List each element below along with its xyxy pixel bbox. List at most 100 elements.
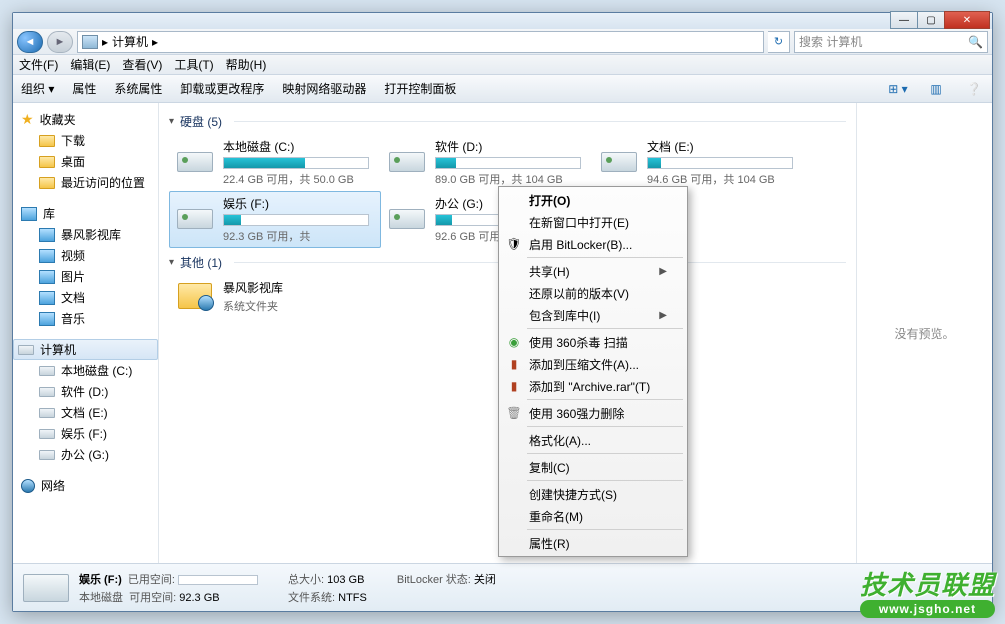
- drive-name: 文档 (E:): [647, 138, 799, 155]
- sidebar-network[interactable]: 网络: [13, 475, 158, 496]
- cm-share[interactable]: 共享(H)▶: [501, 260, 685, 282]
- chevron-right-icon: ▶: [659, 310, 667, 321]
- drive-space-text: 92.3 GB 可用，共: [223, 228, 375, 244]
- sidebar-item-videos[interactable]: 视频: [13, 245, 158, 266]
- folder-baofeng[interactable]: 暴风影视库系统文件夹: [169, 275, 381, 318]
- status-bar: 娱乐 (F:) 已用空间: 本地磁盘 可用空间: 92.3 GB 总大小: 10…: [13, 563, 992, 611]
- tool-organize[interactable]: 组织 ▾: [21, 80, 54, 97]
- section-harddisks[interactable]: ▾硬盘 (5): [169, 113, 846, 130]
- sidebar-item-desktop[interactable]: 桌面: [13, 151, 158, 172]
- refresh-button[interactable]: ↻: [768, 31, 790, 53]
- drive-icon: [177, 152, 213, 172]
- chevron-down-icon[interactable]: ▾: [169, 116, 174, 127]
- tool-uninstall[interactable]: 卸载或更改程序: [180, 80, 264, 97]
- tool-mapdrive[interactable]: 映射网络驱动器: [282, 80, 366, 97]
- star-icon: ★: [21, 111, 34, 128]
- menu-edit[interactable]: 编辑(E): [70, 56, 110, 73]
- sidebar-item-documents[interactable]: 文档: [13, 287, 158, 308]
- cm-360scan[interactable]: ◉使用 360杀毒 扫描: [501, 331, 685, 353]
- menu-view[interactable]: 查看(V): [122, 56, 162, 73]
- cm-format[interactable]: 格式化(A)...: [501, 429, 685, 451]
- minimize-button[interactable]: —: [890, 11, 918, 29]
- library-icon: [39, 270, 55, 284]
- close-button[interactable]: ✕: [944, 11, 990, 29]
- computer-icon: [82, 35, 98, 49]
- cm-copy[interactable]: 复制(C): [501, 456, 685, 478]
- cm-open-new-window[interactable]: 在新窗口中打开(E): [501, 211, 685, 233]
- drive-icon: [177, 209, 213, 229]
- sidebar-libraries[interactable]: 库: [13, 203, 158, 224]
- search-input[interactable]: 搜索 计算机 🔍: [794, 31, 988, 53]
- sidebar-item-drive-f[interactable]: 娱乐 (F:): [13, 423, 158, 444]
- drive-name: 娱乐 (F:): [223, 195, 375, 212]
- sidebar-item-recent[interactable]: 最近访问的位置: [13, 172, 158, 193]
- view-mode-icon[interactable]: ⊞ ▾: [888, 79, 908, 99]
- cm-add-archive-rar[interactable]: ▮添加到 "Archive.rar"(T): [501, 375, 685, 397]
- cm-add-archive[interactable]: ▮添加到压缩文件(A)...: [501, 353, 685, 375]
- cm-rename[interactable]: 重命名(M): [501, 505, 685, 527]
- library-icon: [39, 228, 55, 242]
- sidebar-item-music[interactable]: 音乐: [13, 308, 158, 329]
- drive-icon: [39, 450, 55, 460]
- drive-usage-bar: [223, 214, 369, 226]
- preview-pane-icon[interactable]: ▥: [926, 79, 946, 99]
- menu-file[interactable]: 文件(F): [19, 56, 58, 73]
- drive-icon: [389, 152, 425, 172]
- drive-tile-1[interactable]: 软件 (D:)89.0 GB 可用，共 104 GB: [381, 134, 593, 191]
- search-icon: 🔍: [968, 35, 983, 49]
- tool-cpanel[interactable]: 打开控制面板: [384, 80, 456, 97]
- sidebar-item-downloads[interactable]: 下载: [13, 130, 158, 151]
- drive-icon: [39, 366, 55, 376]
- folder-icon: [39, 156, 55, 168]
- menu-help[interactable]: 帮助(H): [226, 56, 267, 73]
- archive-icon: ▮: [505, 355, 523, 373]
- cm-restore-previous[interactable]: 还原以前的版本(V): [501, 282, 685, 304]
- drive-usage-bar: [647, 157, 793, 169]
- sidebar-item-drive-c[interactable]: 本地磁盘 (C:): [13, 360, 158, 381]
- sidebar-item-pictures[interactable]: 图片: [13, 266, 158, 287]
- tool-properties[interactable]: 属性: [72, 80, 96, 97]
- cm-360delete[interactable]: 🗑使用 360强力删除: [501, 402, 685, 424]
- sidebar-item-drive-e[interactable]: 文档 (E:): [13, 402, 158, 423]
- help-icon[interactable]: ❔: [964, 79, 984, 99]
- network-icon: [21, 479, 35, 493]
- drive-icon: [23, 574, 69, 602]
- cm-open[interactable]: 打开(O): [501, 189, 685, 211]
- back-button[interactable]: ◄: [17, 31, 43, 53]
- address-bar[interactable]: ▸ 计算机 ▸: [77, 31, 764, 53]
- folder-icon: [39, 135, 55, 147]
- library-icon: [39, 312, 55, 326]
- title-bar: — ▢ ✕: [13, 13, 992, 29]
- sidebar: ★收藏夹 下载 桌面 最近访问的位置 库 暴风影视库 视频 图片 文档 音乐 计…: [13, 103, 159, 563]
- scan-icon: ◉: [505, 333, 523, 351]
- drive-tile-3[interactable]: 娱乐 (F:) 92.3 GB 可用，共: [169, 191, 381, 248]
- sidebar-item-drive-g[interactable]: 办公 (G:): [13, 444, 158, 465]
- tool-sysprops[interactable]: 系统属性: [114, 80, 162, 97]
- toolbar: 组织 ▾ 属性 系统属性 卸载或更改程序 映射网络驱动器 打开控制面板 ⊞ ▾ …: [13, 75, 992, 103]
- drive-usage-bar: [435, 157, 581, 169]
- drive-usage-bar: [223, 157, 369, 169]
- chevron-right-icon: ▶: [659, 266, 667, 277]
- cm-include-library[interactable]: 包含到库中(I)▶: [501, 304, 685, 326]
- sidebar-item-baofeng[interactable]: 暴风影视库: [13, 224, 158, 245]
- library-icon: [21, 207, 37, 221]
- maximize-button[interactable]: ▢: [917, 11, 945, 29]
- breadcrumb[interactable]: 计算机: [112, 33, 148, 50]
- sidebar-favorites[interactable]: ★收藏夹: [13, 109, 158, 130]
- sidebar-item-drive-d[interactable]: 软件 (D:): [13, 381, 158, 402]
- chevron-down-icon[interactable]: ▾: [169, 257, 174, 268]
- drive-tile-0[interactable]: 本地磁盘 (C:)22.4 GB 可用，共 50.0 GB: [169, 134, 381, 191]
- library-icon: [39, 249, 55, 263]
- sidebar-computer[interactable]: 计算机: [13, 339, 158, 360]
- address-row: ◄ ► ▸ 计算机 ▸ ↻ 搜索 计算机 🔍: [13, 29, 992, 55]
- cm-create-shortcut[interactable]: 创建快捷方式(S): [501, 483, 685, 505]
- drive-space-text: 89.0 GB 可用，共 104 GB: [435, 171, 587, 187]
- forward-button[interactable]: ►: [47, 31, 73, 53]
- cm-bitlocker[interactable]: 🛡启用 BitLocker(B)...: [501, 233, 685, 255]
- folder-icon: [39, 177, 55, 189]
- menu-tools[interactable]: 工具(T): [174, 56, 213, 73]
- context-menu: 打开(O) 在新窗口中打开(E) 🛡启用 BitLocker(B)... 共享(…: [498, 186, 688, 557]
- drive-tile-2[interactable]: 文档 (E:)94.6 GB 可用，共 104 GB: [593, 134, 805, 191]
- cm-properties[interactable]: 属性(R): [501, 532, 685, 554]
- watermark: 技术员联盟 www.jsgho.net: [860, 565, 995, 618]
